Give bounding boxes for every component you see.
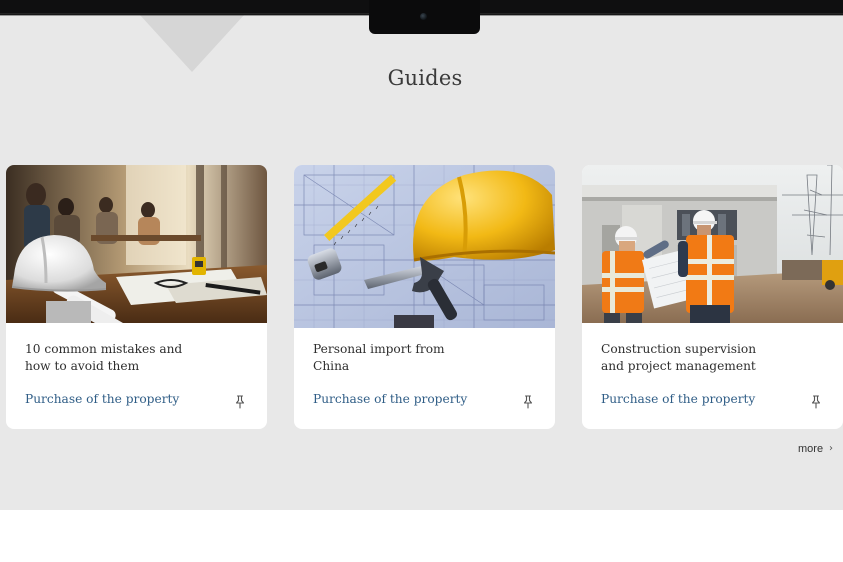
camera-notch xyxy=(369,0,480,34)
more-link[interactable]: more xyxy=(798,443,823,455)
construction-site-photo xyxy=(582,165,843,323)
guides-section: Guides 10 common mistakes and how to avo… xyxy=(0,0,843,510)
guide-card-import-china[interactable]: Personal import from China Purchase of t… xyxy=(294,165,555,429)
card-category-link[interactable]: Purchase of the property xyxy=(25,392,179,406)
guide-card-mistakes[interactable]: 10 common mistakes and how to avoid them… xyxy=(6,165,267,429)
card-category-link[interactable]: Purchase of the property xyxy=(601,392,755,406)
decorative-triangle xyxy=(140,15,244,72)
card-image-blueprint[interactable] xyxy=(294,165,555,328)
card-image-construction-site[interactable] xyxy=(582,165,843,323)
pin-icon[interactable] xyxy=(234,395,246,409)
section-title: Guides xyxy=(387,66,463,90)
camera-icon xyxy=(420,13,427,20)
guide-card-construction-supervision[interactable]: Construction supervision and project man… xyxy=(582,165,843,429)
card-title[interactable]: Personal import from China xyxy=(313,341,483,375)
card-title[interactable]: Construction supervision and project man… xyxy=(601,341,771,375)
chevron-right-icon[interactable]: › xyxy=(829,443,833,454)
pin-icon[interactable] xyxy=(810,395,822,409)
card-image-office-desk[interactable] xyxy=(6,165,267,323)
card-title[interactable]: 10 common mistakes and how to avoid them xyxy=(25,341,195,375)
card-category-link[interactable]: Purchase of the property xyxy=(313,392,467,406)
pin-icon[interactable] xyxy=(522,395,534,409)
blueprint-tools-photo xyxy=(294,165,555,328)
office-desk-photo xyxy=(6,165,267,323)
